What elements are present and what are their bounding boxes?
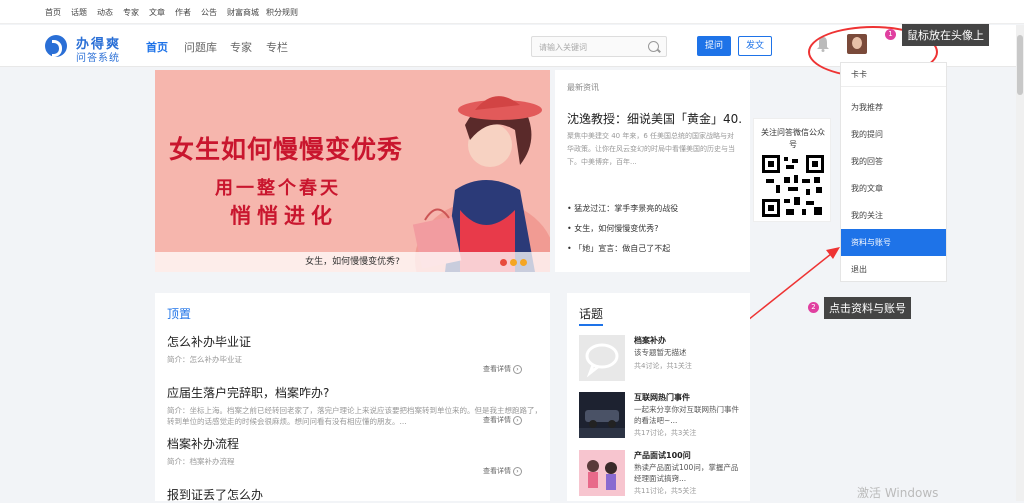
news-item[interactable]: • 「她」宣言：做自己了不起 [567, 243, 670, 254]
nav-experts[interactable]: 专家 [230, 39, 252, 55]
topic-image [579, 392, 625, 438]
topic-stats: 共11讨论，共5关注 [634, 487, 697, 495]
news-description: 聚焦中美建交 40 年来，6 任美国总统的国家战略与对华政策。让你在风云变幻的时… [567, 132, 735, 166]
question-title[interactable]: 应届生落户完辞职，档案咋办? [167, 384, 542, 401]
topbar-link-mall[interactable]: 财富商城 [227, 7, 259, 18]
topbar-link-experts[interactable]: 专家 [123, 7, 139, 18]
menu-item-profile-account[interactable]: 资料与账号 [841, 229, 946, 256]
view-details-link[interactable]: 查看详情 › [483, 415, 522, 425]
news-item[interactable]: • 女生，如何慢慢变优秀? [567, 223, 659, 234]
chevron-right-icon: › [513, 415, 522, 425]
topbar-link-home[interactable]: 首页 [45, 7, 61, 18]
topic-title[interactable]: 互联网热门事件 [634, 392, 690, 403]
topbar-link-activity[interactable]: 动态 [97, 7, 113, 18]
wechat-qr-box: 关注问答微信公众号 [753, 118, 831, 222]
search-placeholder: 请输入关键词 [539, 43, 587, 52]
topic-title[interactable]: 产品面试100问 [634, 450, 691, 461]
news-item[interactable]: • 猛龙过江：掌手李景亮的战役 [567, 203, 678, 214]
banner-headline: 女生如何慢慢变优秀 [169, 135, 404, 164]
post-button[interactable]: 发文 [738, 36, 772, 56]
annotation-badge-2: 2 [808, 302, 819, 313]
topbar-link-authors[interactable]: 作者 [175, 7, 191, 18]
dropdown-divider [841, 86, 946, 87]
topic-desc: 该专题暂无描述 [634, 348, 687, 357]
logo-subtitle: 问答系统 [76, 53, 120, 64]
chat-bubble-icon [579, 335, 625, 381]
topics-header: 话题 [579, 307, 604, 321]
annotation-tip-2: 点击资料与账号 [824, 297, 911, 319]
topic-title[interactable]: 档案补办 [634, 335, 666, 346]
question-title[interactable]: 怎么补办毕业证 [167, 333, 542, 350]
view-details-link[interactable]: 查看详情 › [483, 466, 522, 476]
chevron-right-icon: › [513, 466, 522, 476]
question-title[interactable]: 报到证丢了怎么办 [167, 486, 542, 503]
pinned-questions-panel: 顶置 怎么补办毕业证 简介：怎么补办毕业证 查看详情 › 应届生落户完辞职，档案咋… [155, 293, 550, 503]
nav-home[interactable]: 首页 [146, 39, 168, 55]
scrollbar-thumb[interactable] [1017, 35, 1023, 95]
ask-button[interactable]: 提问 [697, 36, 731, 56]
topbar-link-notices[interactable]: 公告 [201, 7, 217, 18]
question-item[interactable]: 怎么补办毕业证 简介：怎么补办毕业证 查看详情 › [167, 333, 542, 374]
search-icon[interactable] [648, 41, 659, 52]
topic-desc: 熟读产品面试100问，掌握产品经理面试搞窍... [634, 463, 739, 483]
user-dropdown-menu: 卡卡 为我推荐 我的提问 我的回答 我的文章 我的关注 资料与账号 退出 [840, 62, 947, 282]
annotation-badge-1: 1 [885, 29, 896, 40]
carousel-dot-2[interactable] [510, 259, 517, 266]
nav-question-bank[interactable]: 问题库 [184, 39, 217, 55]
qr-code-icon [762, 155, 824, 217]
windows-activation-watermark: 激活 Windows [857, 486, 939, 500]
topic-stats: 共17讨论，共3关注 [634, 429, 697, 437]
topic-stats: 共4讨论，共1关注 [634, 362, 692, 370]
view-details-link[interactable]: 查看详情 › [483, 364, 522, 374]
chevron-right-icon: › [513, 364, 522, 374]
pinned-header: 顶置 [167, 307, 192, 321]
menu-item-my-follows[interactable]: 我的关注 [841, 202, 946, 229]
menu-item-my-questions[interactable]: 我的提问 [841, 121, 946, 148]
carousel-dot-3[interactable] [520, 259, 527, 266]
dropdown-username: 卡卡 [851, 70, 867, 79]
question-item[interactable]: 应届生落户完辞职，档案咋办? 简介：坐标上海。档案之前已经转回老家了，落完户理论… [167, 384, 542, 427]
menu-item-my-answers[interactable]: 我的回答 [841, 148, 946, 175]
question-title[interactable]: 档案补办流程 [167, 435, 542, 452]
news-header: 最新资讯 [567, 83, 599, 92]
banner-line2: 用一整个春天 [215, 178, 341, 199]
topic-image [579, 450, 625, 496]
banner-caption[interactable]: 女生，如何慢慢变优秀? [155, 252, 550, 272]
topbar-link-points[interactable]: 积分规则 [266, 7, 298, 18]
topics-underline [579, 324, 603, 326]
banner-carousel[interactable]: 女生如何慢慢变优秀 用一整个春天 悄悄进化 女生，如何慢慢变优秀? [155, 70, 550, 272]
topbar-link-topics[interactable]: 话题 [71, 7, 87, 18]
topic-desc: 一起来分享你对互联网热门事件的看法吧~... [634, 405, 739, 425]
question-item[interactable]: 档案补办流程 简介：档案补办流程 查看详情 › [167, 435, 542, 476]
topics-panel: 话题 档案补办 该专题暂无描述 共4讨论，共1关注 互联网热门事件 一起来分享你… [567, 293, 750, 501]
top-bar: 首页 话题 动态 专家 文章 作者 公告 财富商城 积分规则 [0, 0, 1024, 24]
news-title[interactable]: 沈逸教授：细说美国「黄金」40... [567, 110, 742, 127]
menu-item-recommend[interactable]: 为我推荐 [841, 94, 946, 121]
menu-item-logout[interactable]: 退出 [841, 256, 946, 283]
nav-columns[interactable]: 专栏 [266, 39, 288, 55]
banner-line3: 悄悄进化 [230, 204, 338, 228]
search-input[interactable]: 请输入关键词 [531, 36, 667, 57]
question-item[interactable]: 报到证丢了怎么办 [167, 486, 542, 503]
carousel-dot-1[interactable] [500, 259, 507, 266]
latest-news-panel: 最新资讯 沈逸教授：细说美国「黄金」40... 聚焦中美建交 40 年来，6 任… [555, 70, 750, 272]
qr-label: 关注问答微信公众号 [761, 128, 825, 149]
topic-item[interactable]: 产品面试100问 熟读产品面试100问，掌握产品经理面试搞窍... 共11讨论，… [579, 450, 744, 500]
topbar-link-articles[interactable]: 文章 [149, 7, 165, 18]
page-scrollbar[interactable] [1016, 25, 1024, 501]
topic-item[interactable]: 档案补办 该专题暂无描述 共4讨论，共1关注 [579, 335, 744, 385]
menu-item-my-articles[interactable]: 我的文章 [841, 175, 946, 202]
topic-item[interactable]: 互联网热门事件 一起来分享你对互联网热门事件的看法吧~... 共17讨论，共3关… [579, 392, 744, 442]
annotation-tip-1: 鼠标放在头像上 [902, 24, 989, 46]
banner-illustration [412, 96, 550, 272]
logo-icon[interactable] [45, 35, 67, 57]
